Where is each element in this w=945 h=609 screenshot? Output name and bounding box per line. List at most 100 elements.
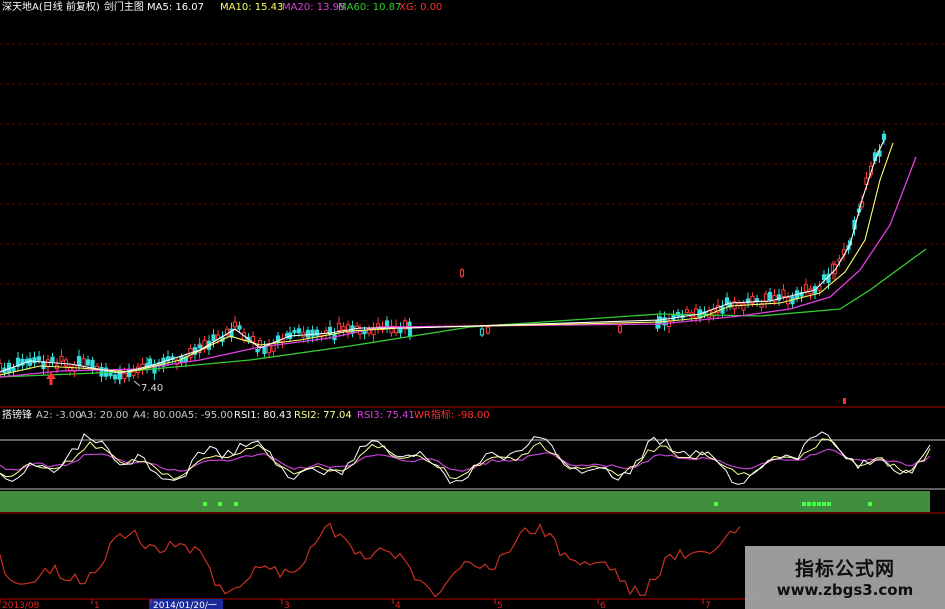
candle-body (781, 289, 786, 297)
candle-body (99, 366, 104, 377)
ma60-line (0, 248, 927, 378)
main-grid (0, 43, 945, 365)
indicator-value-label: A5: -95.00 (181, 410, 233, 421)
signal-dot (714, 502, 718, 506)
candle-body (296, 328, 302, 334)
indicator-value-label: RSI3: 75.41 (357, 410, 415, 421)
signal-dot (822, 502, 826, 506)
candle-body (684, 309, 690, 314)
indicator-name-label: 搭镑锋 (2, 408, 32, 421)
candle-body (821, 274, 827, 281)
rsi3-line (0, 448, 931, 472)
time-tick-label: 1 (94, 601, 100, 609)
candle-body (112, 374, 118, 380)
candle-body (90, 359, 95, 369)
candle-body (50, 356, 55, 362)
candle-body (6, 362, 12, 373)
candle-body (772, 295, 777, 303)
candle-body (36, 356, 42, 361)
candle-body (262, 346, 267, 354)
indicator-name: 剑门主图 (104, 0, 144, 13)
ma-value-label: MA5: 16.07 (147, 2, 204, 13)
ma-value-label: MA20: 13.95 (282, 2, 345, 13)
signal-dot (807, 502, 811, 506)
signal-dot (234, 502, 238, 506)
candle-body (617, 325, 623, 333)
signal-dot (218, 502, 222, 506)
time-tick-label: 2014/01/20/一 (153, 601, 217, 609)
signal-dot (827, 502, 831, 506)
watermark-url: www.zbgs3.com (776, 581, 914, 599)
time-tick-label: 5 (497, 601, 503, 609)
low-price-label: 7.40 (141, 383, 163, 394)
signal-dot (802, 502, 806, 506)
time-axis: 2013/08 1 2014/01/20/一 3 4 5 6 7 (0, 599, 711, 609)
candle-body (255, 348, 260, 353)
candle-body (459, 269, 465, 277)
signal-strip (0, 491, 930, 512)
candle-body (81, 358, 86, 367)
time-tick-label: 6 (600, 601, 606, 609)
signal-dot (868, 502, 872, 506)
indicator-values: A2: -3.00A3: 20.00 A4: 80.00 A5: -95.00 RSI… (36, 408, 490, 421)
candle-body (336, 322, 342, 331)
signal-dot (812, 502, 816, 506)
candle-body (59, 355, 64, 362)
watermark: 指标公式网 www.zbgs3.com (745, 546, 945, 609)
candle-body (85, 359, 91, 366)
indicator-value-label: RSI2: 77.04 (294, 410, 352, 421)
ma-value-label: XG: 0.00 (399, 2, 442, 13)
ma-value-label: MA60: 10.87 (338, 2, 401, 13)
candle-body (763, 293, 769, 303)
candle-body (232, 321, 238, 328)
time-tick-label: 4 (395, 601, 401, 609)
indicator-value-label: A3: 20.00 (80, 410, 128, 421)
candle-body (292, 329, 297, 334)
stock-name: 深天地A (2, 0, 39, 13)
time-tick-label: 3 (284, 601, 290, 609)
candle-body (375, 323, 381, 328)
candle-body (310, 329, 315, 337)
candle-body (803, 284, 809, 292)
signal-dot (203, 502, 207, 506)
candle-body (211, 334, 216, 342)
candle-body (0, 362, 3, 373)
sell-marker-icon (843, 398, 846, 404)
candle-body (407, 327, 413, 337)
candle-body (479, 328, 485, 336)
candle-body (341, 326, 346, 331)
candle-body (122, 373, 127, 380)
ma-values: MA5: 16.07 MA10: 15.43MA20: 13.95MA60: 10… (147, 2, 442, 13)
rsi2-line (0, 438, 931, 480)
period-label: (日线 前复权) (39, 0, 100, 13)
indicator-value-label: RSI1: 80.43 (234, 410, 292, 421)
indicator-value-label: A4: 80.00 (133, 410, 181, 421)
candle-body (881, 133, 887, 141)
candle-body (108, 373, 113, 377)
candle-body (197, 344, 203, 349)
time-tick-label: 7 (705, 601, 711, 609)
candle-body (323, 330, 329, 334)
ma-value-label: MA10: 15.43 (220, 2, 283, 13)
candle-body (767, 291, 773, 301)
candle-body (11, 367, 16, 372)
candle-body (45, 359, 51, 368)
stock-chart: 7.40 2013/08 1 2014/01/20/一 3 4 5 6 7 深天地A(日线 前… (0, 0, 945, 609)
candle-body (257, 340, 263, 347)
ma5-line (0, 139, 885, 374)
candle-body (32, 357, 37, 364)
wr-line (0, 522, 741, 598)
watermark-title: 指标公式网 (794, 558, 895, 580)
ma20-line (0, 156, 917, 378)
candle-body (76, 355, 82, 366)
candlesticks (0, 130, 887, 385)
candle-body (237, 325, 242, 330)
candle-body (63, 359, 69, 367)
ma10-line (0, 142, 894, 376)
indicator-value-label: A2: -3.00 (36, 410, 82, 421)
candle-body (147, 358, 153, 366)
candle-body (305, 329, 311, 338)
candle-body (384, 320, 390, 327)
chart-header: 深天地A(日线 前复权) 剑门主图 (2, 0, 144, 13)
candle-body (485, 326, 491, 334)
